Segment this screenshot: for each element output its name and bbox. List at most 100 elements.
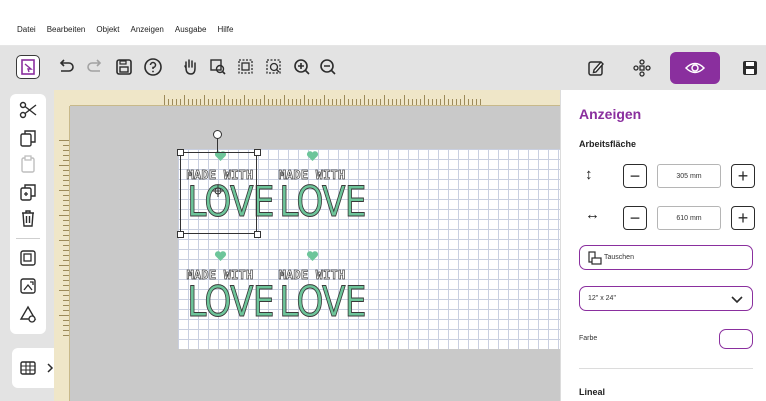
zoom-in-button[interactable]	[290, 55, 314, 79]
rotate-handle[interactable]	[213, 130, 222, 139]
ruler-tick	[416, 99, 417, 105]
ruler-tick	[312, 99, 313, 105]
width-icon: ↔	[585, 206, 600, 223]
ruler-tick	[368, 99, 369, 105]
resize-handle-nw[interactable]	[177, 149, 184, 156]
menu-objekt[interactable]: Objekt	[96, 0, 119, 53]
ruler-tick	[304, 95, 305, 105]
ruler-tick	[216, 99, 217, 105]
ruler-tick	[336, 99, 337, 105]
group-button[interactable]	[16, 246, 40, 270]
weld-button[interactable]	[16, 302, 40, 326]
ruler-tick	[59, 140, 69, 141]
menu-datei[interactable]: Datei	[17, 0, 36, 53]
ruler-tick	[228, 99, 229, 105]
width-decrease-button[interactable]: −	[623, 206, 647, 230]
ruler-tick	[348, 99, 349, 105]
zoom-page-button[interactable]	[262, 55, 286, 79]
zoom-fit-button[interactable]	[234, 55, 258, 79]
replace-button[interactable]	[16, 274, 40, 298]
save-button[interactable]	[112, 55, 136, 79]
resize-handle-sw[interactable]	[177, 231, 184, 238]
design-tile[interactable]: MADE WITH LOVE	[180, 250, 275, 340]
ruler-tick	[460, 99, 461, 105]
ruler-tick	[63, 220, 69, 221]
menu-hilfe[interactable]: Hilfe	[217, 0, 233, 53]
design-tile[interactable]: MADE WITH LOVE	[272, 150, 367, 240]
ruler-tick	[256, 99, 257, 105]
duplicate-button[interactable]	[16, 180, 40, 204]
menu-anzeigen[interactable]: Anzeigen	[131, 0, 164, 53]
ruler-tick	[452, 99, 453, 105]
ruler-tick	[456, 99, 457, 105]
ruler-tick	[59, 315, 69, 316]
resize-handle-ne[interactable]	[254, 149, 261, 156]
height-decrease-button[interactable]: −	[623, 164, 647, 188]
group-icon	[20, 250, 36, 266]
redo-button[interactable]	[83, 55, 107, 79]
ruler-tick	[252, 99, 253, 105]
ruler-tick	[63, 260, 69, 261]
ruler-tick	[63, 310, 69, 311]
ruler-tick	[63, 320, 69, 321]
height-input[interactable]: 305 mm	[657, 164, 721, 188]
hand-icon	[184, 59, 196, 75]
width-input[interactable]: 610 mm	[657, 206, 721, 230]
grid-icon	[20, 361, 36, 375]
pan-tool-button[interactable]	[178, 55, 202, 79]
color-swatch[interactable]	[719, 329, 753, 349]
ruler-tick	[316, 99, 317, 105]
zoom-in-icon	[294, 59, 310, 75]
heart-icon	[306, 151, 319, 161]
tab-view[interactable]	[670, 52, 720, 84]
height-increase-button[interactable]: +	[731, 164, 755, 188]
zoom-out-button[interactable]	[316, 55, 340, 79]
move-icon[interactable]	[212, 185, 224, 197]
copy-button[interactable]	[16, 126, 40, 150]
design-canvas[interactable]: MADE WITH LOVE MADE WITH LOVE MADE WITH …	[54, 90, 560, 401]
ruler-tick	[208, 99, 209, 105]
ruler-tick	[59, 165, 69, 166]
mat-size-value: 12" x 24"	[588, 295, 616, 302]
tab-save[interactable]	[730, 52, 766, 84]
swap-icon	[588, 250, 602, 265]
ruler-corner	[54, 90, 70, 106]
tab-edit[interactable]	[576, 52, 616, 84]
tab-layers[interactable]	[622, 52, 662, 84]
menu-bar: Datei Bearbeiten Objekt Anzeigen Ausgabe…	[0, 0, 766, 46]
panel-title: Anzeigen	[579, 106, 642, 122]
menu-ausgabe[interactable]: Ausgabe	[175, 0, 207, 53]
ruler-tick	[63, 275, 69, 276]
ruler-tick	[364, 95, 365, 105]
ruler-tick	[464, 95, 465, 105]
ruler-tick	[408, 99, 409, 105]
undo-icon	[59, 59, 74, 72]
ruler-tick	[328, 99, 329, 105]
design-tile[interactable]: MADE WITH LOVE	[272, 250, 367, 340]
ruler-tick	[59, 215, 69, 216]
view-icon	[684, 62, 706, 74]
paste-button[interactable]	[16, 152, 40, 176]
zoom-selection-button[interactable]	[206, 55, 230, 79]
delete-button[interactable]	[16, 206, 40, 230]
ruler-tick	[352, 99, 353, 105]
menu-bearbeiten[interactable]: Bearbeiten	[47, 0, 86, 53]
swap-button[interactable]: Tauschen	[579, 245, 753, 270]
replace-icon	[20, 278, 36, 294]
ruler-tick	[396, 99, 397, 105]
weld-icon	[19, 305, 37, 323]
cut-button[interactable]	[16, 98, 40, 122]
select-tool-button[interactable]	[16, 55, 40, 79]
width-increase-button[interactable]: +	[731, 206, 755, 230]
help-button[interactable]	[141, 55, 165, 79]
ruler-tick	[63, 270, 69, 271]
mat-size-select[interactable]: 12" x 24"	[579, 286, 753, 311]
ruler-tick	[480, 99, 481, 105]
ruler-tick	[63, 195, 69, 196]
height-stepper: − 305 mm +	[623, 164, 755, 190]
ruler-tick	[308, 99, 309, 105]
ruler-tick	[59, 190, 69, 191]
layers-icon	[633, 59, 651, 77]
undo-button[interactable]	[54, 55, 78, 79]
resize-handle-se[interactable]	[254, 231, 261, 238]
